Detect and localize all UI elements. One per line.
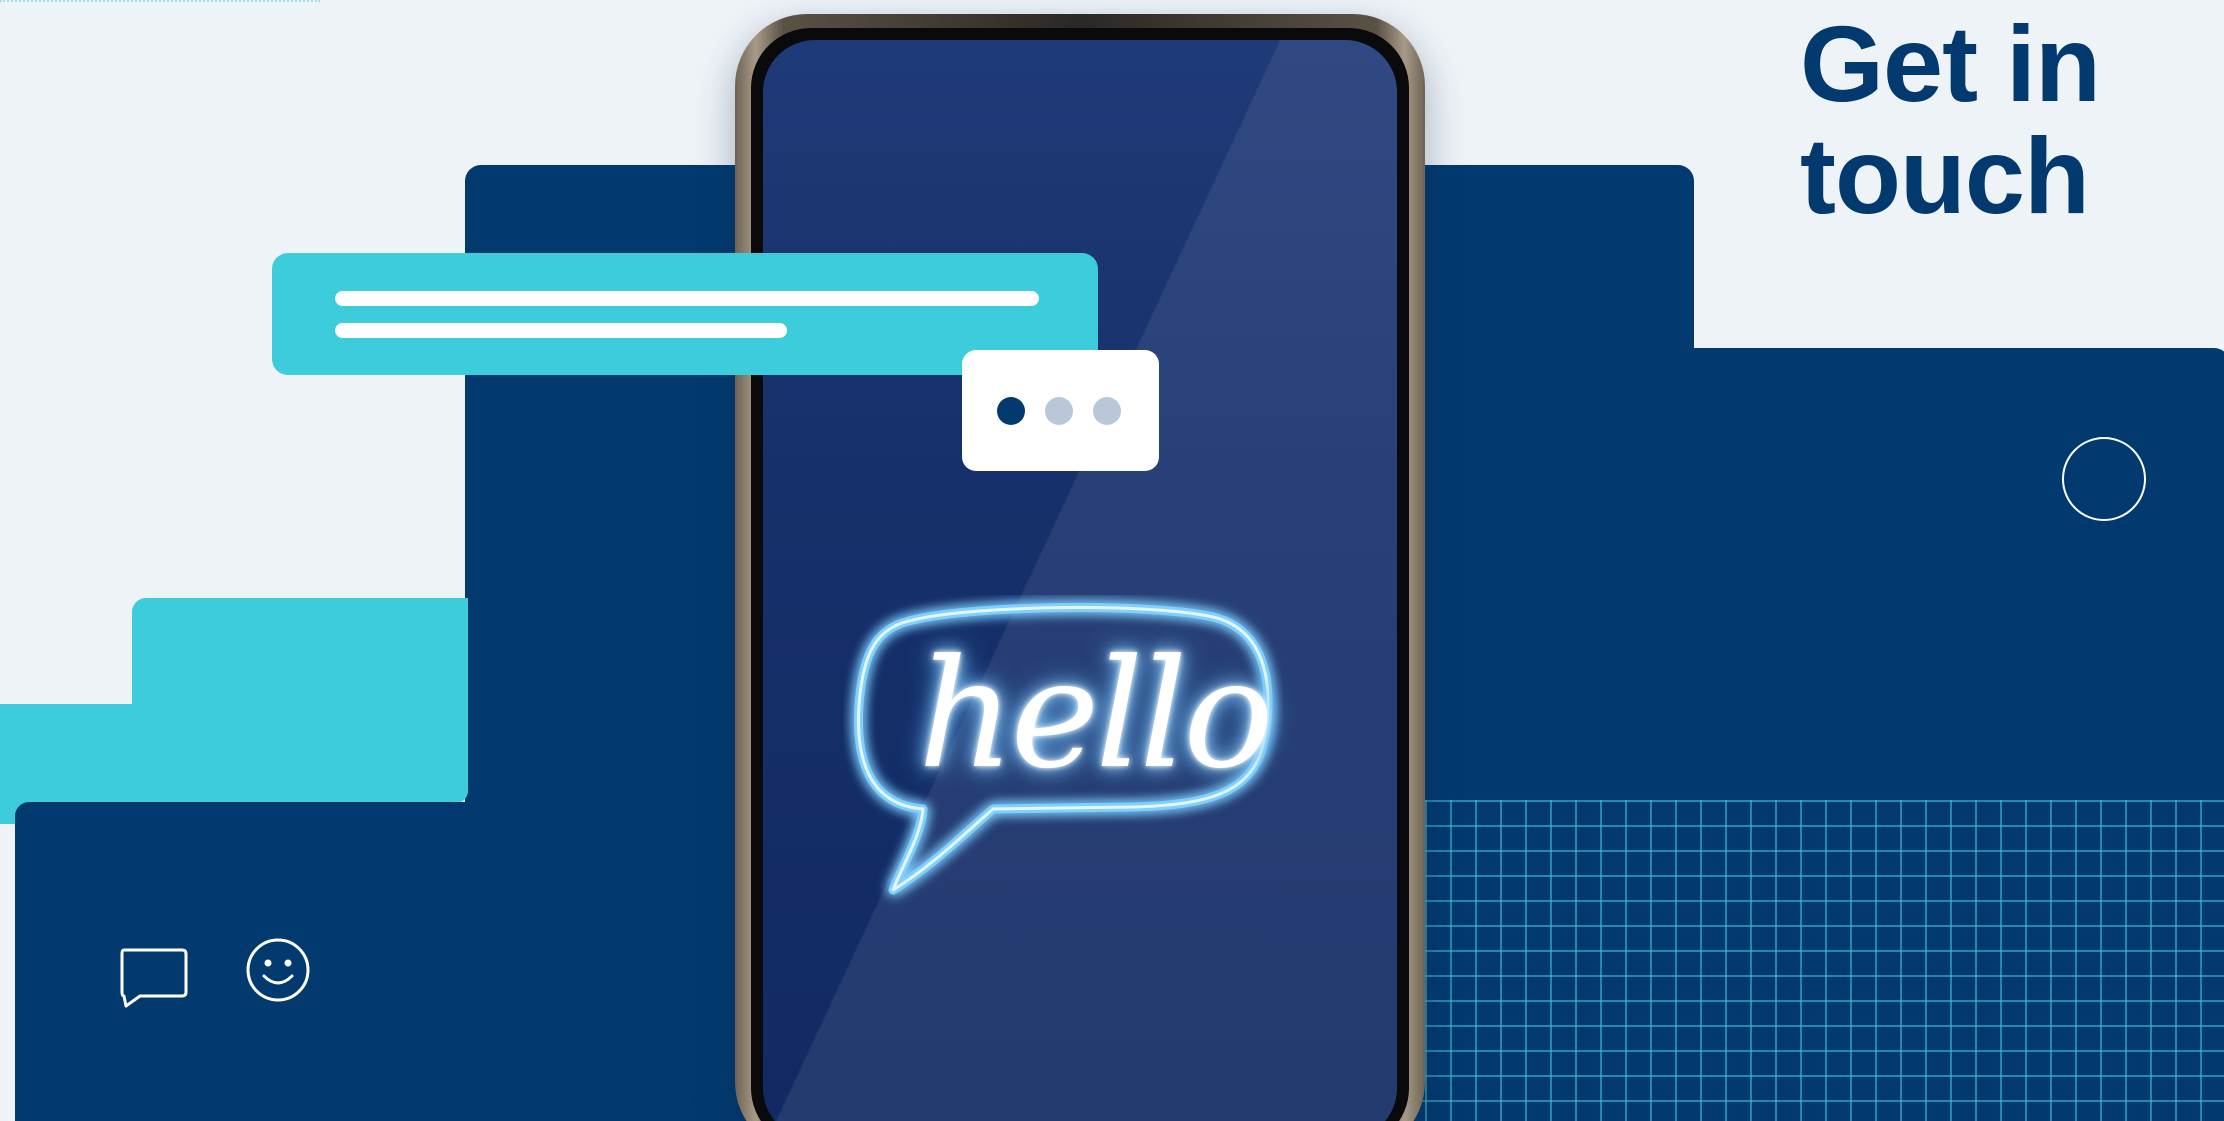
neon-hello-text: hello xyxy=(918,628,1274,802)
phone-bezel: hello xyxy=(751,28,1409,1121)
screen-sheen xyxy=(763,40,1397,1121)
message-line-long xyxy=(335,291,1039,306)
phone-screen: hello xyxy=(763,40,1397,1121)
typing-dot-3 xyxy=(1093,397,1121,425)
dotted-guide xyxy=(0,0,320,5)
typing-dot-2 xyxy=(1045,397,1073,425)
page-title-line-1: Get in xyxy=(1800,3,2101,124)
message-line-short xyxy=(335,323,787,338)
chat-bubble-icon xyxy=(120,948,188,1008)
get-in-touch-hero: Get in touch hello xyxy=(0,0,2224,1121)
right-navy-block xyxy=(1380,348,2224,808)
typing-dot-1 xyxy=(997,397,1025,425)
grid-pattern xyxy=(1400,800,2224,1121)
circle-outline-icon xyxy=(2062,437,2146,521)
heading-block: Get in touch xyxy=(1800,8,2200,232)
page-title-line-2: touch xyxy=(1800,115,2090,236)
smiley-face-icon xyxy=(246,938,310,1002)
phone: hello xyxy=(735,14,1425,1121)
typing-indicator xyxy=(962,350,1159,471)
